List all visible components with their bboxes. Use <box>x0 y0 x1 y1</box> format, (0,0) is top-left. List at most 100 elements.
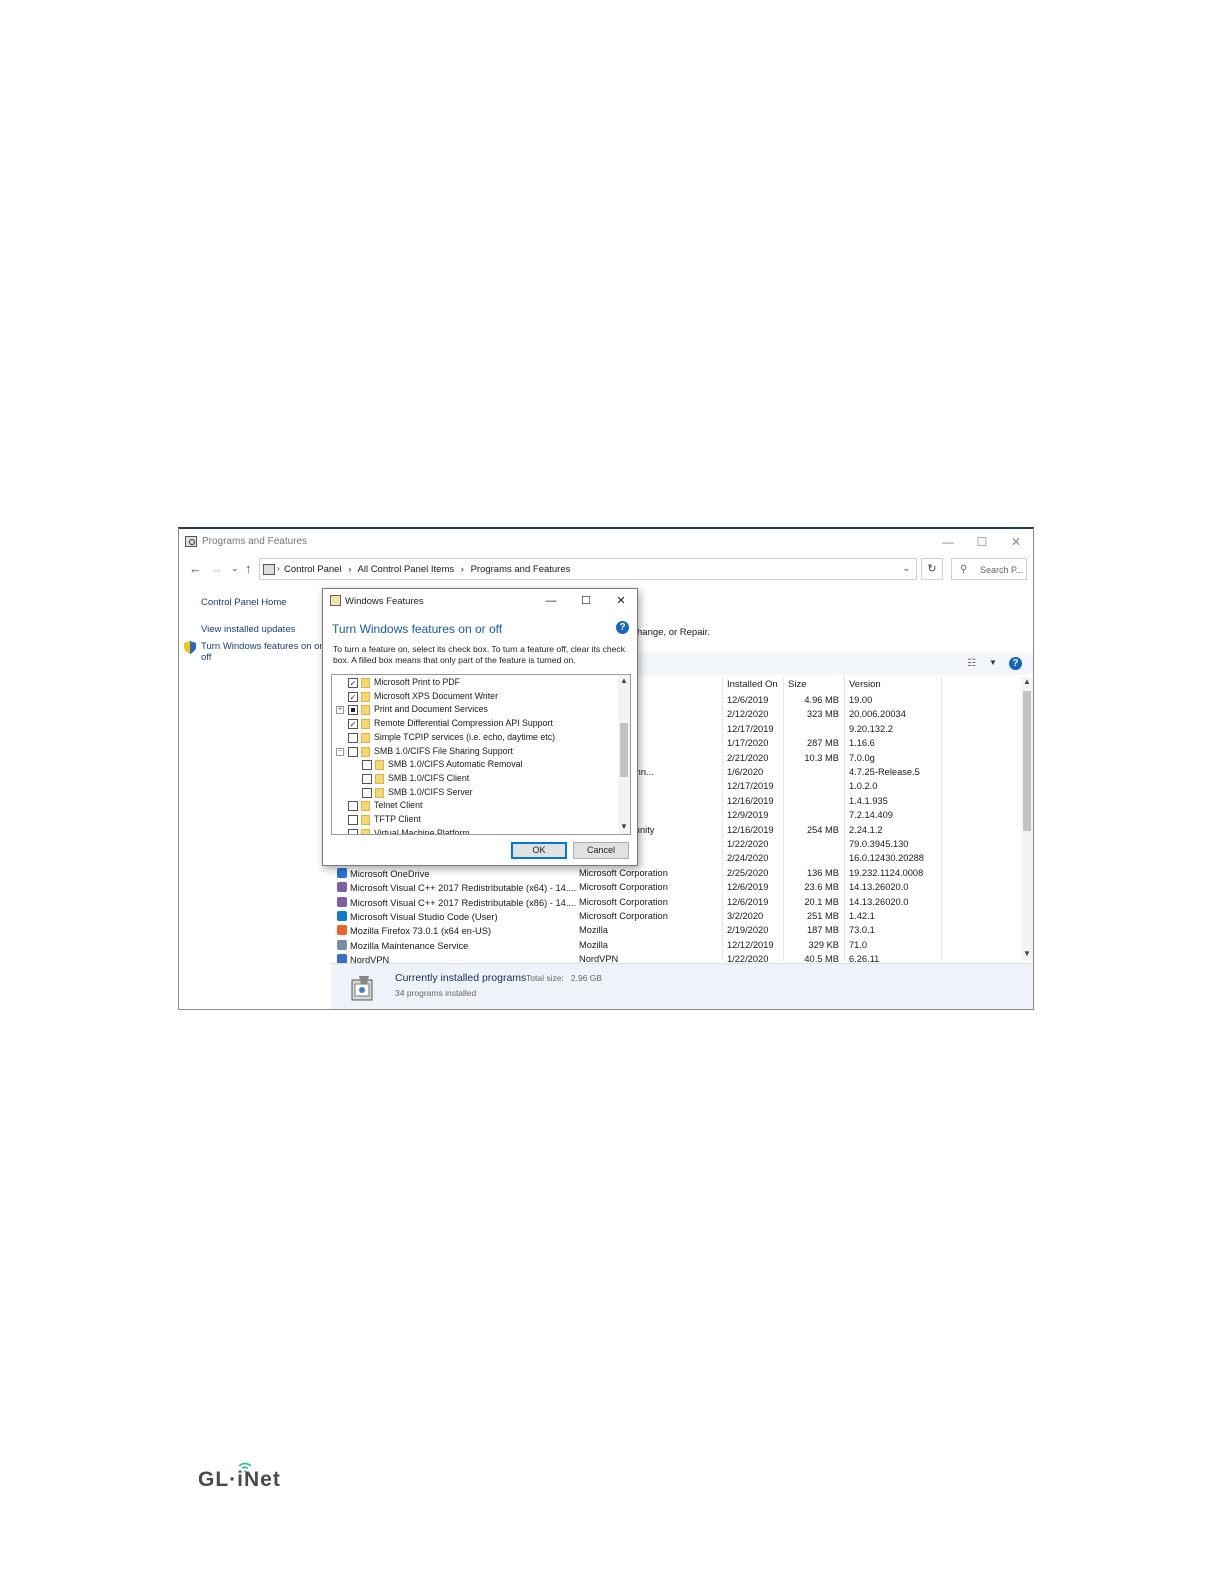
view-options-icon[interactable]: ☷ <box>967 658 976 669</box>
feature-checkbox[interactable] <box>362 773 372 784</box>
table-row[interactable]: Microsoft Visual Studio Code (User) Micro… <box>329 911 1019 925</box>
help-icon[interactable]: ? <box>1009 657 1022 670</box>
cell-text: Mozilla Firefox 73.0.1 (x64 en-US) <box>350 926 492 937</box>
folder-icon <box>361 705 370 716</box>
address-bar[interactable]: › Control Panel › All Control Panel Item… <box>259 558 917 580</box>
maximize-button[interactable]: ☐ <box>965 532 999 552</box>
feature-checkbox[interactable]: ✓ <box>348 678 358 688</box>
cell-text: 254 MB <box>806 824 839 835</box>
feature-label: SMB 1.0/CIFS Server <box>388 786 473 797</box>
minimize-button[interactable]: — <box>931 532 965 552</box>
help-icon[interactable]: ? <box>616 621 629 634</box>
feature-item[interactable]: Virtual Machine Platform <box>332 828 618 834</box>
feature-item[interactable]: Simple TCPIP services (i.e. echo, daytim… <box>332 732 618 746</box>
cell-version: 1.4.1.935 <box>849 796 888 806</box>
feature-label: TFTP Client <box>374 814 421 824</box>
scroll-down-icon[interactable]: ▼ <box>1023 949 1031 958</box>
feature-item[interactable]: + Print and Document Services <box>332 704 618 718</box>
table-row[interactable]: Mozilla Maintenance Service Mozilla 12/12/… <box>329 939 1019 954</box>
close-button[interactable]: ✕ <box>999 532 1033 552</box>
feature-label: SMB 1.0/CIFS File Sharing Support <box>374 745 513 756</box>
feature-checkbox[interactable]: ✓ <box>348 719 358 730</box>
ok-button[interactable]: OK <box>511 842 567 859</box>
scroll-up-icon[interactable]: ▲ <box>620 676 628 685</box>
breadcrumb-control-panel[interactable]: Control Panel <box>284 564 342 575</box>
cell-text: 12/17/2019 <box>727 723 774 734</box>
control-panel-home-link[interactable]: Control Panel Home <box>201 597 287 608</box>
feature-checkbox[interactable] <box>348 828 358 834</box>
list-scrollbar[interactable]: ▲ ▼ <box>1021 677 1033 961</box>
cell-version: 20.006.20034 <box>849 709 906 719</box>
collapse-icon[interactable]: − <box>336 747 344 756</box>
feature-checkbox[interactable] <box>348 705 358 716</box>
cell-name: Microsoft Visual C++ 2017 Redistributabl… <box>337 896 576 908</box>
feature-item[interactable]: − SMB 1.0/CIFS File Sharing Support <box>332 746 618 760</box>
scrollbar-thumb[interactable] <box>620 723 628 777</box>
feature-item[interactable]: Telnet Client <box>332 800 618 814</box>
title-bar: Programs and Features — ☐ ✕ <box>179 529 1033 555</box>
cell-date: 2/25/2020 <box>727 868 768 878</box>
total-size: Total size: 2.96 GB <box>526 973 602 983</box>
cell-version: 71.0 <box>849 940 867 950</box>
cell-text: Microsoft Corporation <box>579 896 668 907</box>
cell-version: 7.0.0g <box>849 753 875 763</box>
cell-text: 14.13.26020.0 <box>849 896 909 907</box>
dialog-maximize-button[interactable]: ☐ <box>573 592 599 610</box>
feature-item[interactable]: SMB 1.0/CIFS Automatic Removal <box>332 759 618 773</box>
cell-text: 2/24/2020 <box>727 853 769 864</box>
cell-version: 9.20.132.2 <box>849 724 893 734</box>
refresh-button[interactable]: ↻ <box>921 558 943 580</box>
feature-item[interactable]: ✓ Microsoft XPS Document Writer <box>332 691 618 705</box>
feature-item[interactable]: TFTP Client <box>332 814 618 828</box>
dialog-close-button[interactable]: ✕ <box>608 592 634 610</box>
expand-icon[interactable]: + <box>336 706 344 715</box>
feature-item[interactable]: SMB 1.0/CIFS Server <box>332 787 618 801</box>
features-tree: ✓ Microsoft Print to PDF ✓ Microsoft XPS Do… <box>331 674 631 835</box>
cell-text: 20.1 MB <box>804 896 839 907</box>
table-row[interactable]: Microsoft OneDrive Microsoft Corporation 2… <box>329 867 1019 882</box>
column-size[interactable]: Size <box>788 679 806 690</box>
forward-arrow-icon[interactable]: → <box>210 561 223 576</box>
scrollbar-thumb[interactable] <box>1023 691 1031 831</box>
recent-locations-icon[interactable]: ⌄ <box>231 563 239 574</box>
cancel-button[interactable]: Cancel <box>573 842 629 859</box>
table-row[interactable]: Microsoft Visual C++ 2017 Redistributabl… <box>329 896 1019 911</box>
chevron-down-icon[interactable]: ▼ <box>989 658 997 667</box>
turn-windows-features-link-cont[interactable]: off <box>201 652 211 663</box>
feature-item[interactable]: ✓ Remote Differential Compression API Sup… <box>332 718 618 732</box>
table-row[interactable]: Microsoft Visual C++ 2017 Redistributabl… <box>329 882 1019 896</box>
feature-checkbox[interactable] <box>348 815 358 825</box>
cell-text: 14.13.26020.0 <box>849 882 909 893</box>
chevron-down-icon[interactable]: ⌄ <box>902 563 910 574</box>
gl-inet-logo: GL·iNet <box>198 1462 281 1492</box>
up-arrow-icon[interactable]: ↑ <box>245 561 252 576</box>
turn-windows-features-link[interactable]: Turn Windows features on or <box>201 641 323 652</box>
cell-date: 12/12/2019 <box>727 940 774 950</box>
chevron-right-icon: › <box>277 564 280 573</box>
breadcrumb-all-items[interactable]: All Control Panel Items <box>358 564 455 575</box>
scroll-down-icon[interactable]: ▼ <box>620 822 628 831</box>
cell-size: 323 MB <box>784 709 839 719</box>
breadcrumb-programs-features[interactable]: Programs and Features <box>471 564 571 575</box>
cell-text: 7.2.14.409 <box>849 810 893 821</box>
dialog-minimize-button[interactable]: — <box>538 592 564 610</box>
column-installed-on[interactable]: Installed On <box>727 679 778 690</box>
back-arrow-icon[interactable]: ← <box>189 561 202 576</box>
feature-checkbox[interactable] <box>362 760 372 771</box>
feature-checkbox[interactable] <box>348 746 358 757</box>
scroll-up-icon[interactable]: ▲ <box>1023 677 1031 686</box>
feature-checkbox[interactable] <box>362 787 372 798</box>
tree-scrollbar[interactable]: ▲ ▼ <box>618 675 630 834</box>
feature-item[interactable]: ✓ Microsoft Print to PDF <box>332 677 618 691</box>
feature-checkbox[interactable] <box>348 801 358 812</box>
search-input[interactable]: ⚲ Search P... <box>951 558 1027 580</box>
feature-checkbox[interactable] <box>348 732 358 743</box>
column-version[interactable]: Version <box>849 679 881 690</box>
program-icon <box>337 939 347 950</box>
cell-publisher: Microsoft Corporation <box>579 897 668 907</box>
table-row[interactable]: Mozilla Firefox 73.0.1 (x64 en-US) Mozill… <box>329 925 1019 939</box>
feature-checkbox[interactable]: ✓ <box>348 691 358 702</box>
feature-item[interactable]: SMB 1.0/CIFS Client <box>332 773 618 787</box>
view-installed-updates-link[interactable]: View installed updates <box>201 624 295 635</box>
folder-icon <box>375 787 384 798</box>
